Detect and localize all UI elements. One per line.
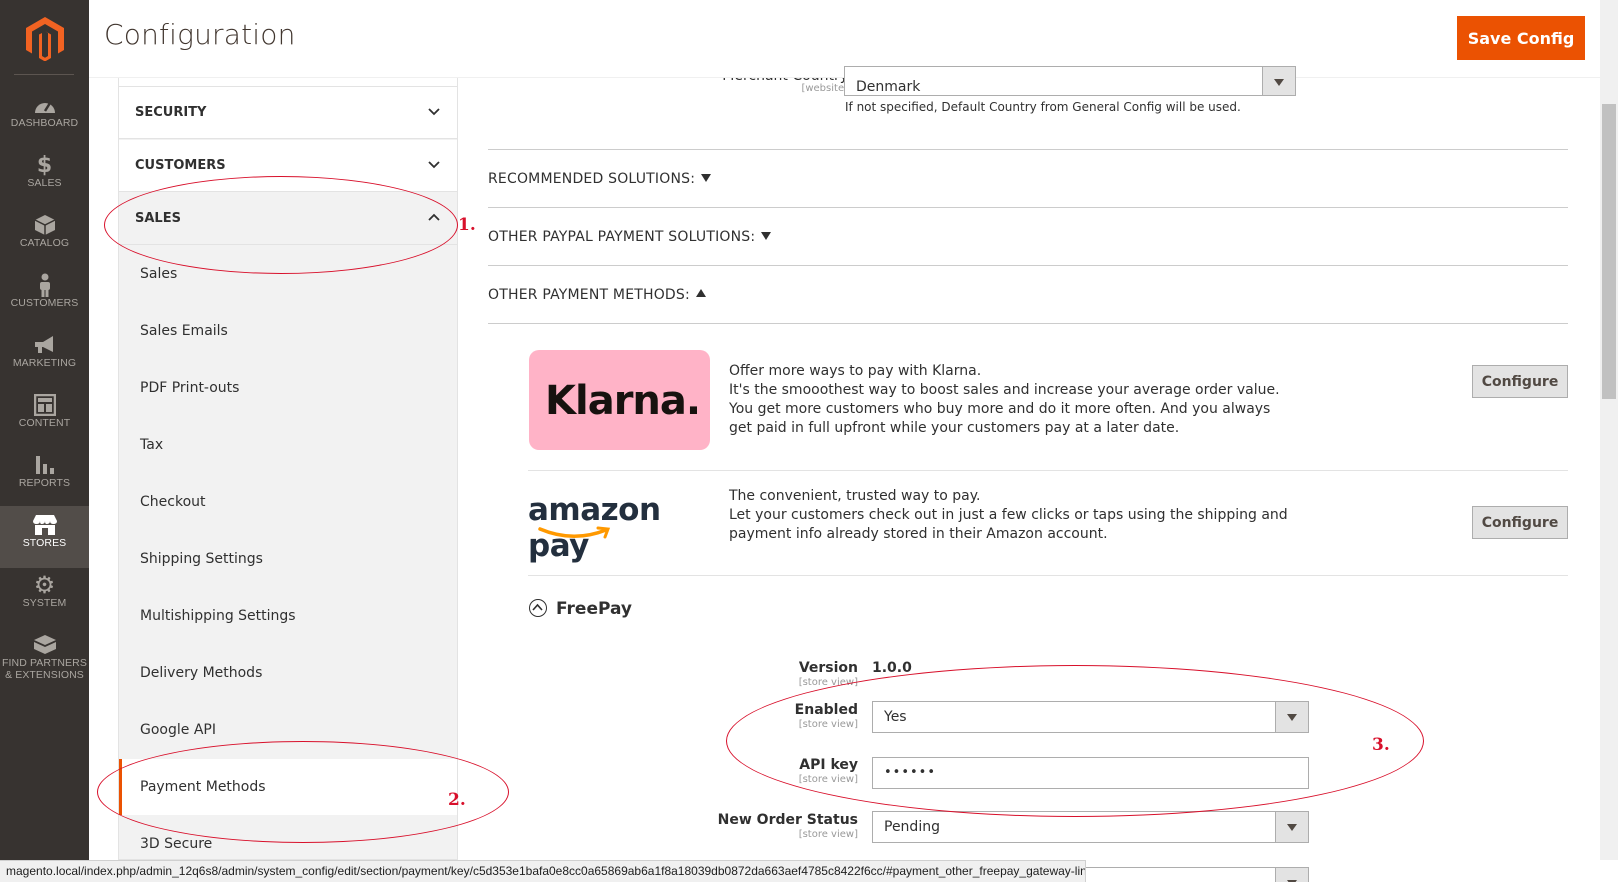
browser-status-bar: magento.local/index.php/admin_12q6s8/adm… xyxy=(0,860,1086,882)
divider xyxy=(488,207,1568,208)
nav-item-reports[interactable]: REPORTS xyxy=(0,446,89,508)
box-icon xyxy=(0,213,89,237)
page-title: Configuration xyxy=(104,18,296,51)
layout-icon xyxy=(0,393,89,417)
klarna-configure-button[interactable]: Configure xyxy=(1472,365,1568,398)
nav-item-marketing[interactable]: MARKETING xyxy=(0,326,89,388)
freepay-section-toggle[interactable]: FreePay xyxy=(529,599,632,619)
nav-item-sales[interactable]: $ SALES xyxy=(0,146,89,208)
sidebar-item-delivery-methods[interactable]: Delivery Methods xyxy=(119,645,457,701)
group-other-payment-methods[interactable]: OTHER PAYMENT METHODS: xyxy=(488,287,706,303)
scrollbar-thumb[interactable] xyxy=(1602,104,1616,399)
sidebar-item-tax[interactable]: Tax xyxy=(119,417,457,473)
bar-chart-icon xyxy=(0,453,89,477)
divider xyxy=(488,265,1568,266)
chevron-down-icon xyxy=(428,161,440,169)
chevron-down-icon xyxy=(428,108,440,116)
nav-separator xyxy=(14,74,74,75)
section-title: CUSTOMERS xyxy=(135,158,226,173)
group-other-paypal-solutions[interactable]: OTHER PAYPAL PAYMENT SOLUTIONS: xyxy=(488,229,772,245)
triangle-down-icon xyxy=(701,174,712,182)
dollar-icon: $ xyxy=(36,152,53,178)
annotation-ellipse-3 xyxy=(726,665,1424,817)
divider xyxy=(488,323,1568,324)
sidebar-item-sales-emails[interactable]: Sales Emails xyxy=(119,303,457,359)
klarna-description: Offer more ways to pay with Klarna. It's… xyxy=(729,363,1280,436)
blocks-icon xyxy=(0,633,89,657)
merchant-country-note: If not specified, Default Country from G… xyxy=(845,100,1241,114)
triangle-down-icon xyxy=(761,232,772,240)
version-label: Version xyxy=(798,660,858,676)
nav-item-catalog[interactable]: CATALOG xyxy=(0,206,89,268)
amazon-pay-description: The convenient, trusted way to pay. Let … xyxy=(729,488,1288,542)
annotation-number-1: 1. xyxy=(458,215,476,235)
store-icon xyxy=(0,513,89,537)
nav-item-dashboard[interactable]: DASHBOARD xyxy=(0,86,89,148)
divider xyxy=(528,470,1568,471)
nav-item-stores[interactable]: STORES xyxy=(0,506,89,568)
amazon-pay-configure-button[interactable]: Configure xyxy=(1472,506,1568,539)
sidebar-item-multishipping-settings[interactable]: Multishipping Settings xyxy=(119,588,457,644)
nav-item-content[interactable]: CONTENT xyxy=(0,386,89,448)
dropdown-arrow-icon xyxy=(1275,868,1308,882)
sidebar-item-shipping-settings[interactable]: Shipping Settings xyxy=(119,531,457,587)
gear-icon: ⚙ xyxy=(33,571,56,599)
sidebar-item-pdf-printouts[interactable]: PDF Print-outs xyxy=(119,360,457,416)
merchant-country-scope: [website] xyxy=(801,83,848,94)
nav-item-customers[interactable]: CUSTOMERS xyxy=(0,266,89,328)
merchant-country-select[interactable]: Denmark xyxy=(844,66,1296,96)
dashboard-icon xyxy=(0,93,89,117)
select-value: Denmark xyxy=(856,79,921,95)
annotation-number-3: 3. xyxy=(1372,735,1390,755)
sidebar-section-security[interactable]: SECURITY xyxy=(119,87,457,139)
amazon-smile-icon xyxy=(538,526,611,539)
person-icon xyxy=(0,273,89,297)
divider xyxy=(488,149,1568,150)
amazon-pay-logo: amazon pay xyxy=(528,492,661,564)
megaphone-icon xyxy=(0,333,89,357)
annotation-number-2: 2. xyxy=(448,790,466,810)
new-order-status-scope: [store view] xyxy=(798,829,858,840)
admin-nav: DASHBOARD $ SALES CATALOG CUSTOMERS MARK… xyxy=(0,0,89,882)
chevron-up-circle-icon xyxy=(529,599,547,617)
section-title: SECURITY xyxy=(135,105,207,120)
save-config-button[interactable]: Save Config xyxy=(1457,16,1585,60)
triangle-up-icon xyxy=(695,289,706,297)
group-recommended-solutions[interactable]: RECOMMENDED SOLUTIONS: xyxy=(488,171,712,187)
magento-logo-icon[interactable] xyxy=(26,17,64,61)
nav-item-system[interactable]: ⚙ SYSTEM xyxy=(0,566,89,628)
dropdown-arrow-icon xyxy=(1275,812,1308,842)
dropdown-arrow-icon xyxy=(1262,67,1295,95)
new-order-status-label: New Order Status xyxy=(717,812,858,828)
klarna-logo: Klarna. xyxy=(529,350,710,450)
select-value: Pending xyxy=(884,819,940,835)
nav-item-find-partners[interactable]: FIND PARTNERS & EXTENSIONS xyxy=(0,626,89,698)
divider xyxy=(528,575,1568,576)
annotation-ellipse-1 xyxy=(104,176,458,274)
sidebar-item-checkout[interactable]: Checkout xyxy=(119,474,457,530)
sidebar-top-edge xyxy=(119,78,457,87)
